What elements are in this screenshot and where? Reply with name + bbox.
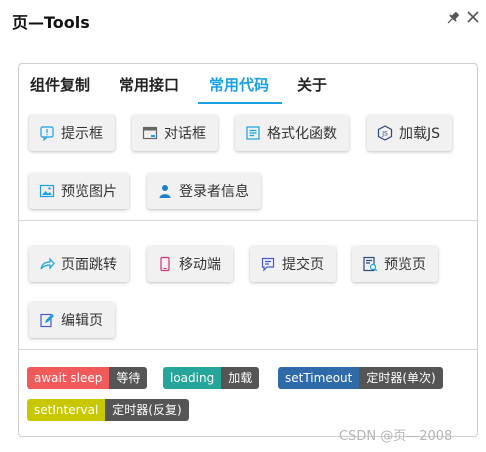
dialog-button[interactable]: 对话框 (132, 115, 218, 151)
redirect-icon (40, 257, 55, 270)
preview-image-button-label: 预览图片 (61, 184, 117, 200)
snippet-await-sleep[interactable]: await sleep 等待 (27, 367, 148, 389)
svg-text:JS: JS (381, 131, 388, 138)
section-divider-2 (19, 349, 477, 350)
redirect-button[interactable]: 页面跳转 (29, 246, 129, 282)
snippet-key: setInterval (27, 399, 106, 421)
alert-icon (40, 126, 54, 141)
snippet-setinterval[interactable]: setInterval 定时器(反复) (27, 399, 189, 421)
tab-bar: 组件复制 常用接口 常用代码 关于 (19, 64, 477, 106)
preview-page-button-label: 预览页 (384, 257, 426, 273)
format-button[interactable]: 格式化函数 (235, 115, 349, 151)
snippet-key: setTimeout (278, 367, 360, 389)
js-icon: JS (377, 125, 393, 141)
tab-about[interactable]: 关于 (297, 74, 327, 104)
submit-page-button-label: 提交页 (282, 257, 324, 273)
format-icon (246, 126, 260, 140)
snippet-value: 加载 (221, 367, 260, 389)
mobile-icon (160, 256, 170, 272)
user-info-button[interactable]: 登录者信息 (147, 173, 261, 209)
tools-panel: 组件复制 常用接口 常用代码 关于 提示框 对话框 格式化函数 JS 加载JS … (18, 63, 478, 437)
section-divider-1 (19, 220, 477, 221)
snippet-key: loading (163, 367, 222, 389)
mobile-button[interactable]: 移动端 (147, 246, 233, 282)
snippet-loading[interactable]: loading 加载 (163, 367, 260, 389)
preview-image-button[interactable]: 预览图片 (29, 173, 129, 209)
snippet-value: 定时器(反复) (105, 399, 189, 421)
dialog-button-label: 对话框 (164, 126, 206, 142)
load-js-button-label: 加载JS (399, 126, 441, 142)
edit-icon (40, 313, 54, 328)
pin-icon[interactable] (445, 10, 461, 26)
edit-page-button-label: 编辑页 (61, 313, 103, 329)
preview-page-button[interactable]: 预览页 (352, 246, 438, 282)
redirect-button-label: 页面跳转 (61, 257, 117, 273)
edit-page-button[interactable]: 编辑页 (29, 302, 115, 338)
preview-page-icon (363, 256, 378, 272)
watermark: CSDN @页—2008 (339, 429, 453, 444)
snippet-value: 定时器(单次) (359, 367, 443, 389)
alert-button-label: 提示框 (61, 126, 103, 142)
tab-common-api[interactable]: 常用接口 (119, 74, 179, 104)
snippet-key: await sleep (27, 367, 110, 389)
submit-page-button[interactable]: 提交页 (250, 246, 336, 282)
dialog-icon (142, 126, 158, 140)
load-js-button[interactable]: JS 加载JS (367, 115, 453, 151)
title-bar: 页—Tools (0, 0, 486, 40)
user-info-button-label: 登录者信息 (179, 184, 249, 200)
image-icon (39, 184, 55, 198)
user-icon (159, 185, 171, 198)
mobile-button-label: 移动端 (179, 257, 221, 273)
snippet-value: 等待 (109, 367, 148, 389)
format-button-label: 格式化函数 (267, 126, 337, 142)
window-title: 页—Tools (12, 13, 90, 32)
alert-button[interactable]: 提示框 (29, 115, 115, 151)
tab-component-copy[interactable]: 组件复制 (30, 74, 90, 104)
tab-common-code[interactable]: 常用代码 (209, 74, 269, 104)
close-icon[interactable] (465, 9, 481, 25)
snippet-settimeout[interactable]: setTimeout 定时器(单次) (278, 367, 443, 389)
active-tab-indicator (198, 102, 282, 104)
submit-icon (261, 257, 275, 272)
